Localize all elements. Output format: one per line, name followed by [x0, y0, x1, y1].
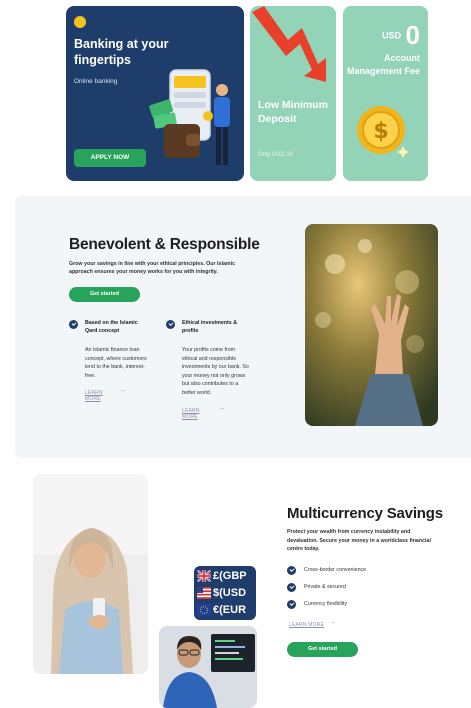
banking-card-title: Banking at your fingertips: [74, 37, 169, 67]
dollar-coin-icon: $: [357, 106, 409, 158]
fee-value: 0: [405, 20, 420, 50]
low-deposit-title: Low Minimum Deposit: [258, 99, 328, 125]
banking-card-subtitle: Online banking: [74, 78, 118, 85]
zero-fee-card: USD 0 Account Management Fee $: [343, 6, 428, 181]
check-icon: [166, 320, 175, 329]
apply-now-button[interactable]: APPLY NOW: [74, 149, 146, 167]
feature-title: Ethical investments & profits: [182, 320, 238, 334]
multicurrency-learn-more-link[interactable]: LEARN MORE: [289, 622, 324, 628]
raised-hand-photo: [305, 224, 438, 426]
us-flag-icon: [197, 587, 211, 599]
check-icon: [287, 600, 296, 609]
check-icon: [287, 566, 296, 575]
currency-eur: €(EUR: [213, 604, 247, 616]
arrow-right-icon: →: [329, 619, 336, 626]
feature-text: An Islamic finance loan concept, where c…: [85, 347, 147, 379]
fee-currency: USD: [382, 30, 402, 41]
eu-flag-icon: [197, 604, 211, 616]
check-icon: [287, 583, 296, 592]
low-deposit-subtitle: Only USD 10: [258, 152, 294, 158]
learn-more-link[interactable]: LEARN MORE: [182, 408, 200, 420]
feature-text: Your profits come from ethical and respo…: [182, 347, 249, 396]
arrow-right-icon: →: [218, 405, 225, 412]
currency-gbp: £(GBP: [213, 570, 247, 582]
benevolent-get-started-button[interactable]: Get started: [69, 287, 140, 302]
svg-text:$: $: [373, 119, 388, 144]
multicurrency-lead: Protect your wealth from currency instab…: [287, 529, 431, 552]
arrow-right-icon: →: [119, 387, 126, 394]
woman-with-phone-photo: [33, 474, 148, 674]
fee-amount: USD 0: [382, 20, 420, 51]
bullet-text: Private & secured: [304, 584, 346, 590]
man-at-computer-photo: [159, 626, 257, 708]
low-deposit-card: Low Minimum Deposit Only USD 10: [250, 6, 336, 181]
bullet-text: Currency flexibility: [304, 601, 347, 607]
banking-card: Banking at your fingertips Online bankin…: [66, 6, 244, 181]
phone-wallet-cash-icon: [149, 69, 230, 165]
learn-more-link[interactable]: LEARN MORE: [85, 390, 103, 402]
coin-icon: [74, 16, 86, 28]
benevolent-title: Benevolent & Responsible: [69, 236, 260, 253]
check-icon: [69, 320, 78, 329]
red-arrow-down-icon: [252, 6, 326, 82]
bullet-text: Cross-border convenience: [304, 567, 367, 573]
uk-flag-icon: [197, 570, 211, 582]
multicurrency-title: Multicurrency Savings: [287, 505, 443, 522]
currency-tile: £(GBP $(USD €(EUR: [194, 566, 256, 620]
currency-usd: $(USD: [213, 587, 247, 599]
feature-title: Based on the Islamic Qard concept: [85, 320, 138, 334]
fee-label: Account Management Fee: [346, 53, 420, 76]
multicurrency-get-started-button[interactable]: Get started: [287, 642, 358, 657]
benevolent-lead: Grow your savings in line with your ethi…: [69, 261, 236, 275]
